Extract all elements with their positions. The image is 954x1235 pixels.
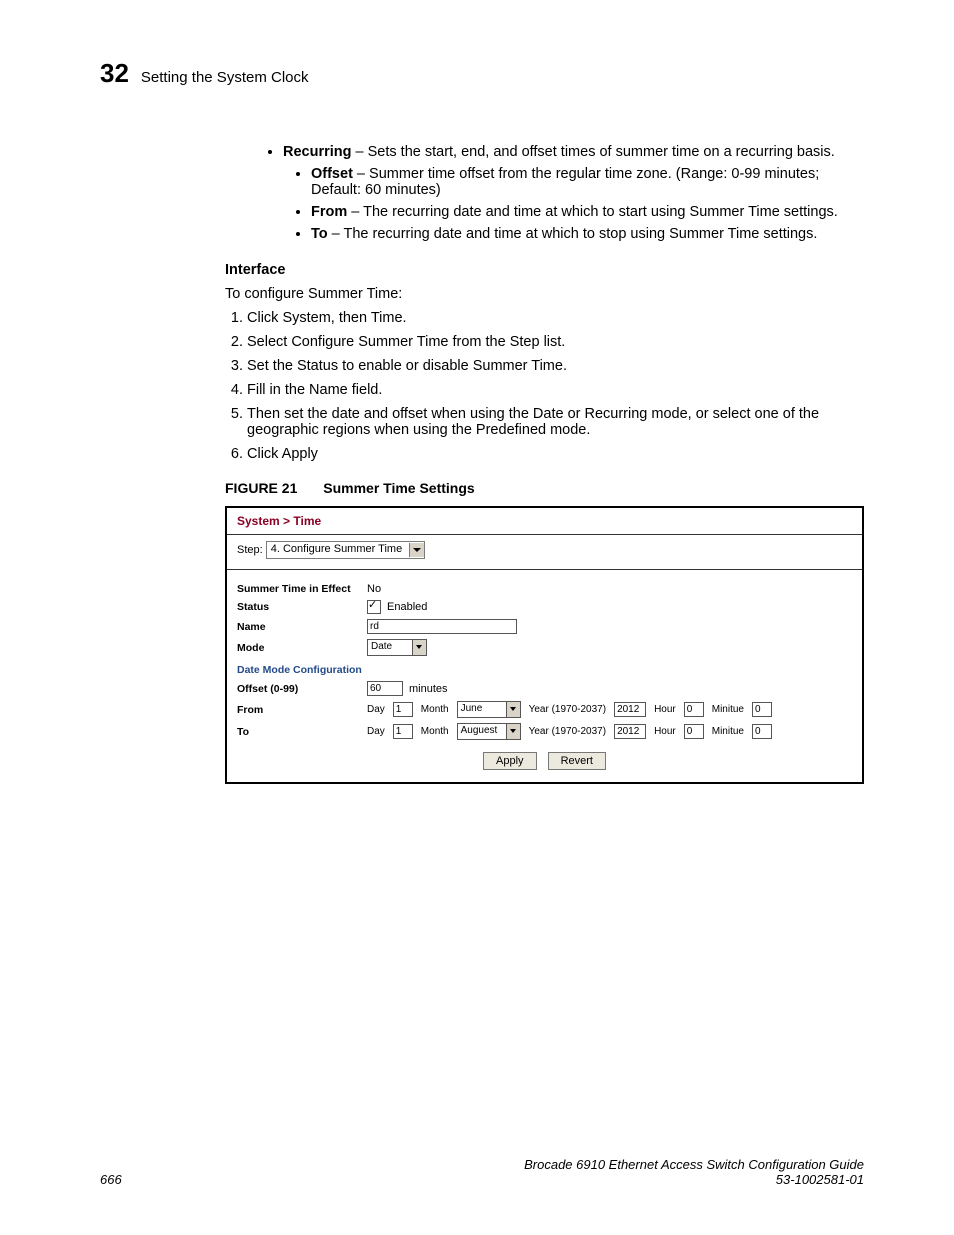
step-select-value: 4. Configure Summer Time <box>267 542 406 557</box>
name-input[interactable]: rd <box>367 619 517 634</box>
term-to: To <box>311 226 328 242</box>
date-mode-heading: Date Mode Configuration <box>237 664 852 676</box>
steps-list: Click System, then Time. Select Configur… <box>225 310 864 462</box>
step-select[interactable]: 4. Configure Summer Time <box>266 541 426 559</box>
figure-caption: FIGURE 21 Summer Time Settings <box>225 480 864 496</box>
status-value: Enabled <box>387 601 427 613</box>
figure-label: FIGURE 21 <box>225 480 297 496</box>
chevron-down-icon[interactable] <box>409 543 424 557</box>
chapter-title: Setting the System Clock <box>141 69 309 86</box>
mode-select[interactable]: Date <box>367 639 427 656</box>
status-label: Status <box>237 601 367 613</box>
day-label: Day <box>367 704 385 715</box>
bullet-list-inner: Offset – Summer time offset from the reg… <box>283 166 864 242</box>
bullet-list-outer: Recurring – Sets the start, end, and off… <box>265 144 864 242</box>
from-hour-input[interactable]: 0 <box>684 702 704 717</box>
page-header: 32 Setting the System Clock <box>100 58 864 89</box>
footer-title: Brocade 6910 Ethernet Access Switch Conf… <box>524 1157 864 1172</box>
to-minute-input[interactable]: 0 <box>752 724 772 739</box>
day-label: Day <box>367 726 385 737</box>
hour-label: Hour <box>654 726 676 737</box>
step-6: Click Apply <box>247 446 864 462</box>
bullet-offset: Offset – Summer time offset from the reg… <box>311 166 864 198</box>
to-month-value: Auguest <box>458 724 506 739</box>
to-hour-input[interactable]: 0 <box>684 724 704 739</box>
month-label: Month <box>421 704 449 715</box>
name-label: Name <box>237 621 367 633</box>
interface-intro: To configure Summer Time: <box>225 286 864 302</box>
breadcrumb: System > Time <box>227 508 862 535</box>
term-from: From <box>311 204 347 220</box>
screenshot-panel: System > Time Step: 4. Configure Summer … <box>225 506 864 784</box>
step-selector-row: Step: 4. Configure Summer Time <box>227 535 862 570</box>
to-label: To <box>237 726 367 738</box>
offset-label: Offset (0-99) <box>237 683 367 695</box>
page-footer: 666 Brocade 6910 Ethernet Access Switch … <box>100 1157 864 1187</box>
year-label: Year (1970-2037) <box>529 726 606 737</box>
step-3: Set the Status to enable or disable Summ… <box>247 358 864 374</box>
from-month-value: June <box>458 702 506 717</box>
from-label: From <box>237 704 367 716</box>
from-day-input[interactable]: 1 <box>393 702 413 717</box>
bullet-recurring: Recurring – Sets the start, end, and off… <box>283 144 864 242</box>
revert-button[interactable]: Revert <box>548 752 606 770</box>
apply-button[interactable]: Apply <box>483 752 537 770</box>
from-month-select[interactable]: June <box>457 701 521 718</box>
term-recurring: Recurring <box>283 144 352 160</box>
to-day-input[interactable]: 1 <box>393 724 413 739</box>
figure-title: Summer Time Settings <box>323 480 474 496</box>
step-label: Step: <box>237 544 263 556</box>
chevron-down-icon[interactable] <box>506 724 520 739</box>
step-4: Fill in the Name field. <box>247 382 864 398</box>
term-offset: Offset <box>311 166 353 182</box>
step-1: Click System, then Time. <box>247 310 864 326</box>
bullet-from: From – The recurring date and time at wh… <box>311 204 864 220</box>
summer-in-effect-label: Summer Time in Effect <box>237 583 367 595</box>
page-number: 666 <box>100 1172 122 1187</box>
mode-label: Mode <box>237 642 367 654</box>
to-month-select[interactable]: Auguest <box>457 723 521 740</box>
offset-unit: minutes <box>409 683 448 695</box>
summer-in-effect-value: No <box>367 583 381 595</box>
minute-label: Minitue <box>712 704 744 715</box>
interface-heading: Interface <box>225 262 864 278</box>
chevron-down-icon[interactable] <box>412 640 426 655</box>
step-2: Select Configure Summer Time from the St… <box>247 334 864 350</box>
minute-label: Minitue <box>712 726 744 737</box>
from-year-input[interactable]: 2012 <box>614 702 646 717</box>
to-year-input[interactable]: 2012 <box>614 724 646 739</box>
chevron-down-icon[interactable] <box>506 702 520 717</box>
year-label: Year (1970-2037) <box>529 704 606 715</box>
bullet-to: To – The recurring date and time at whic… <box>311 226 864 242</box>
step-5: Then set the date and offset when using … <box>247 406 864 438</box>
offset-input[interactable]: 60 <box>367 681 403 696</box>
mode-value: Date <box>368 640 412 655</box>
month-label: Month <box>421 726 449 737</box>
status-checkbox[interactable] <box>367 600 381 614</box>
hour-label: Hour <box>654 704 676 715</box>
chapter-number: 32 <box>100 58 129 89</box>
from-minute-input[interactable]: 0 <box>752 702 772 717</box>
footer-docnum: 53-1002581-01 <box>776 1172 864 1187</box>
